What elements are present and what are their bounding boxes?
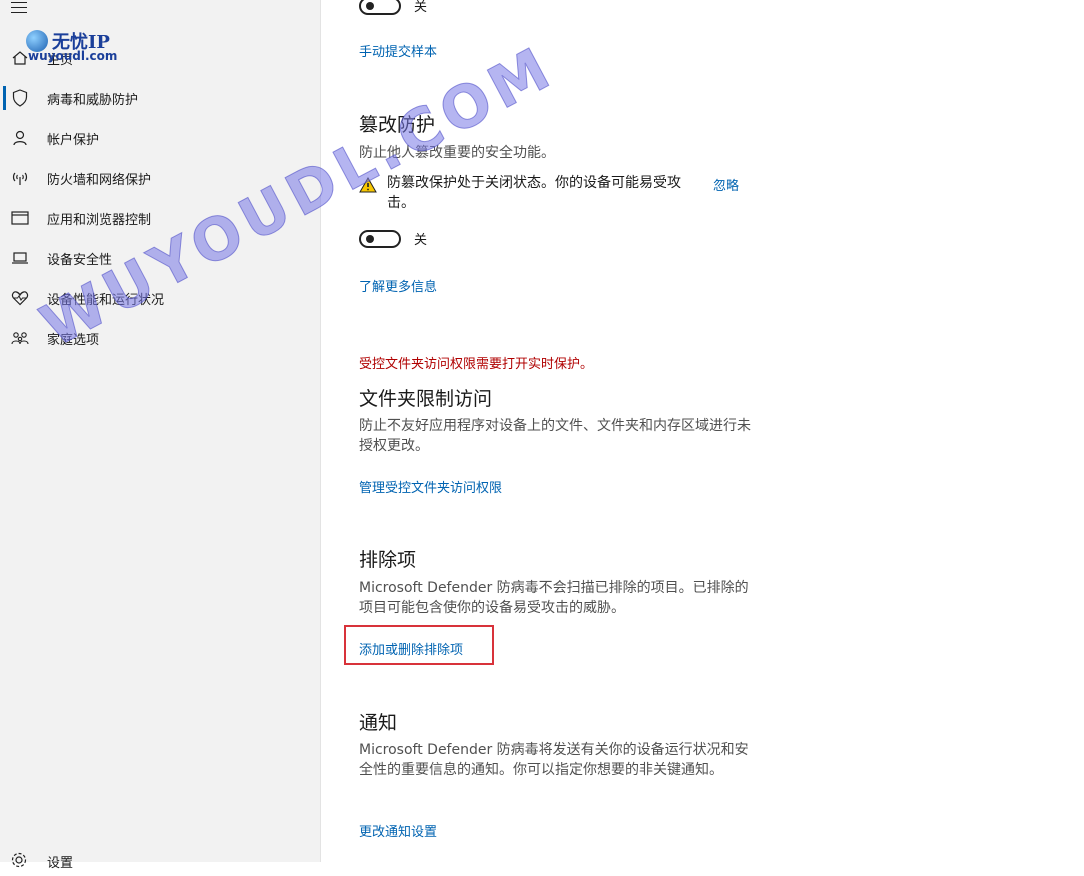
- heart-pulse-icon: [10, 288, 30, 308]
- sidebar-item-app-browser-control[interactable]: 应用和浏览器控制: [0, 198, 320, 238]
- sidebar-item-virus-protection[interactable]: 病毒和威胁防护: [0, 78, 320, 118]
- manual-submit-link[interactable]: 手动提交样本: [359, 41, 437, 60]
- tamper-protection-desc: 防止他人篡改重要的安全功能。: [359, 145, 555, 161]
- tamper-toggle-switch[interactable]: [359, 229, 401, 248]
- gear-icon: [10, 851, 30, 871]
- folder-access-desc: 防止不友好应用程序对设备上的文件、文件夹和内存区域进行未授权更改。: [359, 418, 751, 454]
- folder-access-title: 文件夹限制访问: [359, 388, 493, 410]
- sidebar-item-label: 帐户保护: [47, 132, 100, 148]
- ignore-link[interactable]: 忽略: [713, 175, 739, 194]
- sidebar-item-label: 家庭选项: [47, 332, 100, 348]
- realtime-required-notice: 受控文件夹访问权限需要打开实时保护。: [359, 357, 594, 372]
- manage-folder-access-link[interactable]: 管理受控文件夹访问权限: [359, 477, 502, 496]
- shield-icon: [10, 88, 30, 108]
- warning-icon: [359, 176, 377, 197]
- family-icon: [10, 328, 30, 348]
- sidebar-item-label: 设备安全性: [47, 252, 113, 268]
- sidebar-item-device-security[interactable]: 设备安全性: [0, 238, 320, 278]
- sidebar-item-settings[interactable]: 设置: [0, 846, 320, 876]
- sidebar-item-label: 设备性能和运行状况: [47, 292, 165, 308]
- tamper-warning-text: 防篡改保护处于关闭状态。你的设备可能易受攻击。: [387, 175, 681, 211]
- sidebar: 主页 病毒和威胁防护 帐户保护 防火墙和网络保护 应用和浏览器控制 设备安全性: [0, 0, 321, 871]
- person-icon: [10, 128, 30, 148]
- tamper-warning: 防篡改保护处于关闭状态。你的设备可能易受攻击。 忽略: [359, 173, 739, 213]
- top-toggle-row: 关: [359, 0, 427, 15]
- tamper-toggle-label: 关: [414, 233, 428, 248]
- wifi-antenna-icon: [10, 168, 30, 188]
- sidebar-item-label: 病毒和威胁防护: [47, 92, 139, 108]
- settings-label: 设置: [47, 855, 74, 871]
- tamper-protection-title: 篡改防护: [359, 114, 436, 136]
- top-toggle-switch[interactable]: [359, 0, 401, 15]
- watermark-url: wuyoudl.com: [28, 49, 118, 63]
- sidebar-item-firewall[interactable]: 防火墙和网络保护: [0, 158, 320, 198]
- exclusions-title: 排除项: [359, 549, 417, 571]
- add-remove-exclusions-link[interactable]: 添加或删除排除项: [359, 639, 463, 658]
- notifications-desc: Microsoft Defender 防病毒将发送有关你的设备运行状况和安全性的…: [359, 742, 749, 778]
- hamburger-menu-icon[interactable]: [11, 2, 27, 14]
- sidebar-item-device-performance[interactable]: 设备性能和运行状况: [0, 278, 320, 318]
- notifications-title: 通知: [359, 712, 398, 734]
- sidebar-item-account-protection[interactable]: 帐户保护: [0, 118, 320, 158]
- learn-more-link[interactable]: 了解更多信息: [359, 276, 437, 295]
- sidebar-item-label: 应用和浏览器控制: [47, 212, 152, 228]
- sidebar-item-label: 防火墙和网络保护: [47, 172, 152, 188]
- window-icon: [10, 208, 30, 228]
- change-notification-settings-link[interactable]: 更改通知设置: [359, 821, 437, 840]
- laptop-icon: [10, 248, 30, 268]
- tamper-toggle-row: 关: [359, 229, 427, 248]
- exclusions-desc: Microsoft Defender 防病毒不会扫描已排除的项目。已排除的项目可…: [359, 580, 749, 616]
- sidebar-item-family-options[interactable]: 家庭选项: [0, 318, 320, 358]
- top-toggle-label: 关: [414, 0, 428, 15]
